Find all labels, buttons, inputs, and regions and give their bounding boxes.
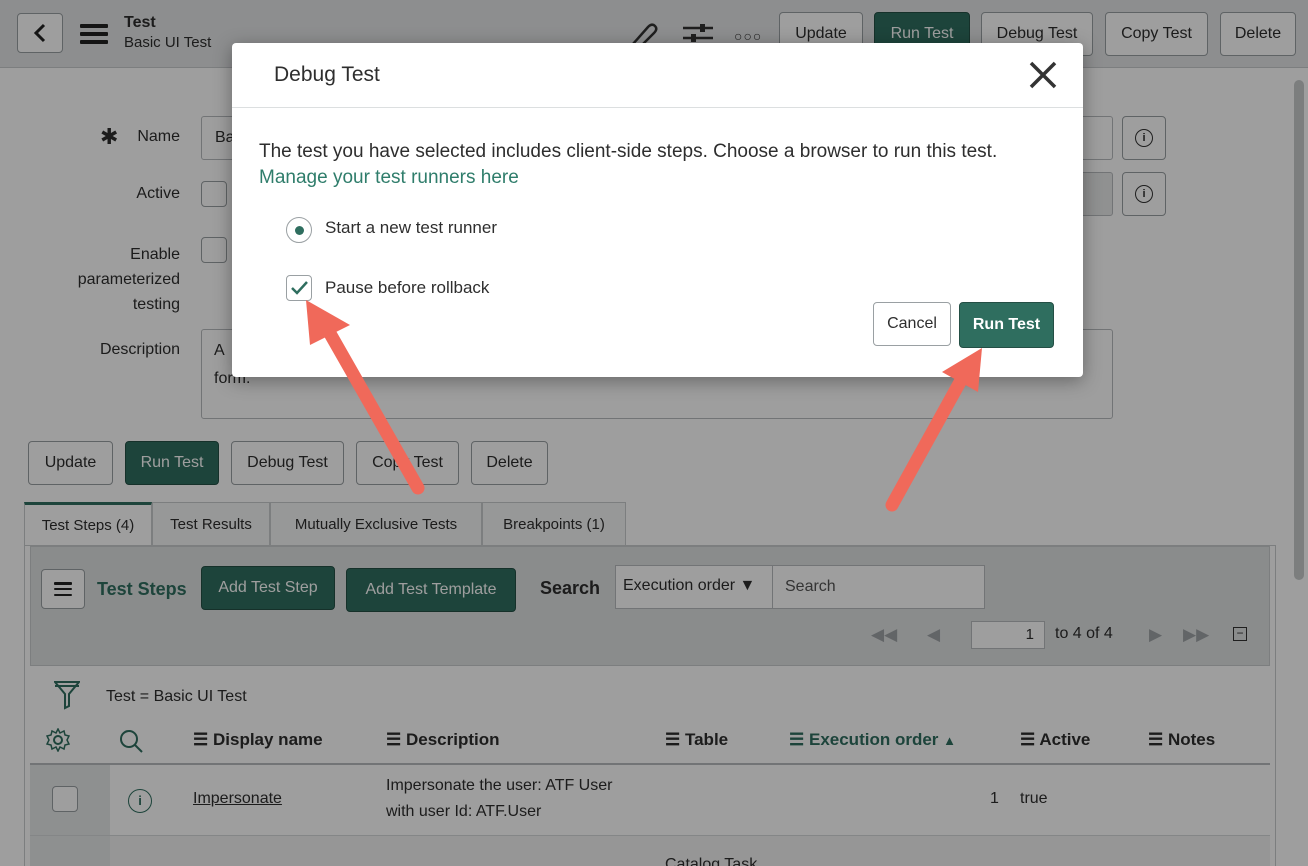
arrow-to-checkbox-icon (306, 300, 425, 495)
annotation-arrows (306, 300, 982, 512)
arrow-to-run-test-icon (885, 348, 982, 512)
